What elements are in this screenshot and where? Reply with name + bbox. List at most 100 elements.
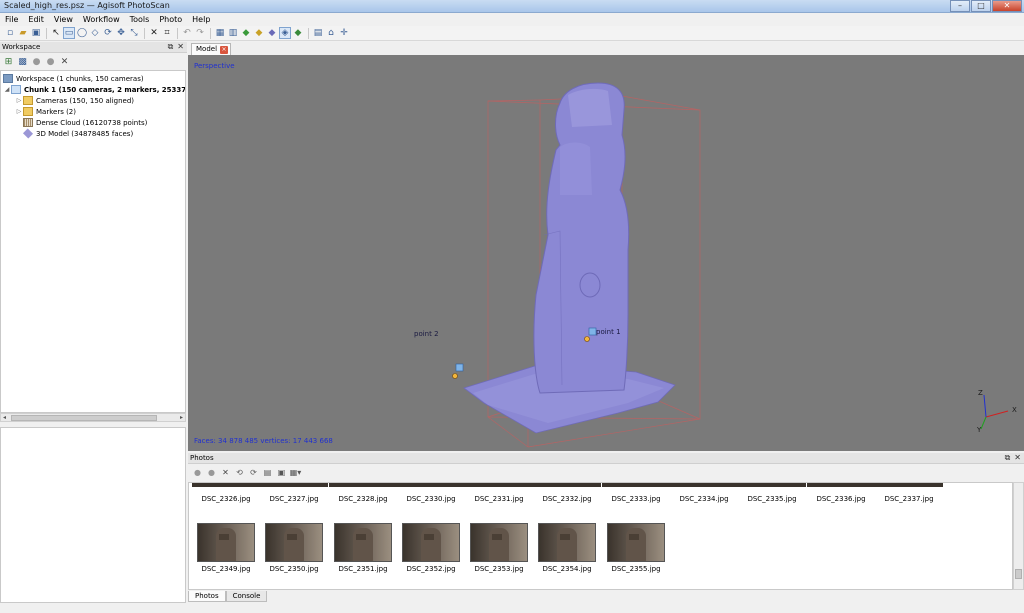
photo-item[interactable]: DSC_2328.jpg bbox=[329, 483, 397, 503]
disable-camera-icon[interactable]: ● bbox=[206, 467, 217, 478]
photo-item[interactable]: DSC_2336.jpg bbox=[807, 483, 875, 503]
float-icon[interactable]: ⧉ bbox=[1005, 453, 1011, 463]
circle-select-icon[interactable]: ◯ bbox=[76, 27, 88, 39]
tab-photos[interactable]: Photos bbox=[188, 591, 226, 602]
photo-item[interactable]: DSC_2349.jpg bbox=[192, 523, 260, 573]
close-button[interactable]: ✕ bbox=[992, 0, 1022, 12]
tree-item-3d-model[interactable]: 3D Model (34878485 faces) bbox=[22, 128, 133, 139]
photo-item[interactable]: DSC_2335.jpg bbox=[738, 483, 806, 503]
menu-photo[interactable]: Photo bbox=[154, 13, 187, 26]
expand-icon[interactable]: ◢ bbox=[3, 86, 11, 93]
float-icon[interactable]: ⧉ bbox=[168, 42, 174, 52]
new-icon[interactable]: ▫ bbox=[4, 27, 16, 39]
model-icon bbox=[22, 128, 34, 139]
photo-filename: DSC_2352.jpg bbox=[406, 565, 456, 573]
menu-file[interactable]: File bbox=[0, 13, 23, 26]
photo-item[interactable]: DSC_2354.jpg bbox=[533, 523, 601, 573]
resize-object-icon[interactable]: ⤡ bbox=[128, 27, 140, 39]
photo-item[interactable]: DSC_2331.jpg bbox=[465, 483, 533, 503]
scroll-thumb[interactable] bbox=[1015, 569, 1022, 579]
photo-item[interactable]: DSC_2326.jpg bbox=[192, 483, 260, 503]
expand-icon[interactable]: ▷ bbox=[15, 97, 23, 104]
rotate-left-icon[interactable]: ⟲ bbox=[234, 467, 245, 478]
tab-model-label: Model bbox=[196, 45, 218, 53]
toolbar-separator bbox=[144, 27, 145, 39]
tree-item-chunk[interactable]: ◢ Chunk 1 (150 cameras, 2 markers, 25337… bbox=[3, 84, 185, 95]
scroll-thumb[interactable] bbox=[11, 415, 157, 421]
reset-view-icon[interactable]: ✛ bbox=[338, 27, 350, 39]
free-select-icon[interactable]: ◇ bbox=[89, 27, 101, 39]
photo-item[interactable]: DSC_2350.jpg bbox=[260, 523, 328, 573]
photo-item[interactable]: DSC_2334.jpg bbox=[670, 483, 738, 503]
remove-camera-icon[interactable]: ✕ bbox=[220, 467, 231, 478]
expand-icon[interactable]: ▷ bbox=[15, 108, 23, 115]
view-mode-icon[interactable]: ▦▾ bbox=[290, 467, 302, 478]
menu-workflow[interactable]: Workflow bbox=[78, 13, 125, 26]
menu-edit[interactable]: Edit bbox=[23, 13, 49, 26]
add-chunk-icon[interactable]: ⊞ bbox=[3, 56, 14, 67]
menu-help[interactable]: Help bbox=[187, 13, 215, 26]
tree-item-dense-cloud[interactable]: Dense Cloud (16120738 points) bbox=[23, 117, 147, 128]
show-cameras-icon[interactable]: ▦ bbox=[214, 27, 226, 39]
move-object-icon[interactable]: ✥ bbox=[115, 27, 127, 39]
photo-thumbnail bbox=[470, 523, 528, 562]
close-tab-icon[interactable]: × bbox=[220, 46, 228, 54]
enable-icon[interactable]: ● bbox=[31, 56, 42, 67]
photo-item[interactable]: DSC_2355.jpg bbox=[602, 523, 670, 573]
photo-item[interactable]: DSC_2333.jpg bbox=[602, 483, 670, 503]
close-pane-icon[interactable]: ✕ bbox=[1014, 453, 1021, 463]
rotate-object-icon[interactable]: ⟳ bbox=[102, 27, 114, 39]
model-viewport[interactable]: Perspective point 2 point 1 X Z Y Faces:… bbox=[188, 55, 1024, 451]
undo-icon[interactable]: ↶ bbox=[181, 27, 193, 39]
photo-item[interactable]: DSC_2352.jpg bbox=[397, 523, 465, 573]
textured-icon[interactable]: ◆ bbox=[292, 27, 304, 39]
view-top-icon[interactable]: ⌂ bbox=[325, 27, 337, 39]
wireframe-icon[interactable]: ◈ bbox=[279, 27, 291, 39]
reset-filter-icon[interactable]: ▣ bbox=[276, 467, 287, 478]
maximize-button[interactable]: □ bbox=[971, 0, 991, 12]
photo-thumbnail bbox=[538, 523, 596, 562]
rect-select-icon[interactable]: ▭ bbox=[63, 27, 75, 39]
scroll-left-icon[interactable]: ◂ bbox=[3, 414, 6, 421]
pointer-icon[interactable]: ↖ bbox=[50, 27, 62, 39]
add-photos-icon[interactable]: ▩ bbox=[17, 56, 28, 67]
tree-item-label: Dense Cloud (16120738 points) bbox=[36, 118, 148, 127]
redo-icon[interactable]: ↷ bbox=[194, 27, 206, 39]
shaded-model-icon[interactable]: ◆ bbox=[253, 27, 265, 39]
photo-item[interactable]: DSC_2330.jpg bbox=[397, 483, 465, 503]
crop-icon[interactable]: ⌗ bbox=[161, 27, 173, 39]
minimize-button[interactable]: – bbox=[950, 0, 970, 12]
rotate-right-icon[interactable]: ⟳ bbox=[248, 467, 259, 478]
filter-icon[interactable]: ▤ bbox=[262, 467, 273, 478]
photo-thumbnail bbox=[607, 523, 665, 562]
photo-item[interactable]: DSC_2351.jpg bbox=[329, 523, 397, 573]
save-icon[interactable]: ▣ bbox=[30, 27, 42, 39]
tree-item-markers[interactable]: ▷ Markers (2) bbox=[15, 106, 76, 117]
close-pane-icon[interactable]: ✕ bbox=[177, 42, 184, 52]
photo-filename: DSC_2355.jpg bbox=[611, 565, 661, 573]
scroll-right-icon[interactable]: ▸ bbox=[180, 414, 183, 421]
view-ortho-icon[interactable]: ▤ bbox=[312, 27, 324, 39]
photo-item[interactable]: DSC_2327.jpg bbox=[260, 483, 328, 503]
enable-camera-icon[interactable]: ● bbox=[192, 467, 203, 478]
statue-mesh bbox=[533, 82, 630, 394]
menu-view[interactable]: View bbox=[49, 13, 78, 26]
photo-item[interactable]: DSC_2337.jpg bbox=[875, 483, 943, 503]
point-cloud-icon[interactable]: ▥ bbox=[227, 27, 239, 39]
delete-icon[interactable]: ✕ bbox=[148, 27, 160, 39]
tab-model[interactable]: Model × bbox=[191, 43, 231, 55]
tree-item-workspace[interactable]: Workspace (1 chunks, 150 cameras) bbox=[3, 73, 144, 84]
open-icon[interactable]: ▰ bbox=[17, 27, 29, 39]
workspace-hscrollbar[interactable]: ◂ ▸ bbox=[0, 413, 186, 422]
photos-vscrollbar[interactable] bbox=[1013, 482, 1024, 590]
menu-tools[interactable]: Tools bbox=[125, 13, 155, 26]
disable-icon[interactable]: ● bbox=[45, 56, 56, 67]
solid-model-icon[interactable]: ◆ bbox=[266, 27, 278, 39]
photo-filename: DSC_2332.jpg bbox=[542, 495, 592, 503]
tab-console[interactable]: Console bbox=[225, 591, 268, 602]
photo-item[interactable]: DSC_2332.jpg bbox=[533, 483, 601, 503]
photo-item[interactable]: DSC_2353.jpg bbox=[465, 523, 533, 573]
remove-icon[interactable]: ✕ bbox=[59, 56, 70, 67]
tree-item-cameras[interactable]: ▷ Cameras (150, 150 aligned) bbox=[15, 95, 134, 106]
dense-cloud-icon[interactable]: ◆ bbox=[240, 27, 252, 39]
